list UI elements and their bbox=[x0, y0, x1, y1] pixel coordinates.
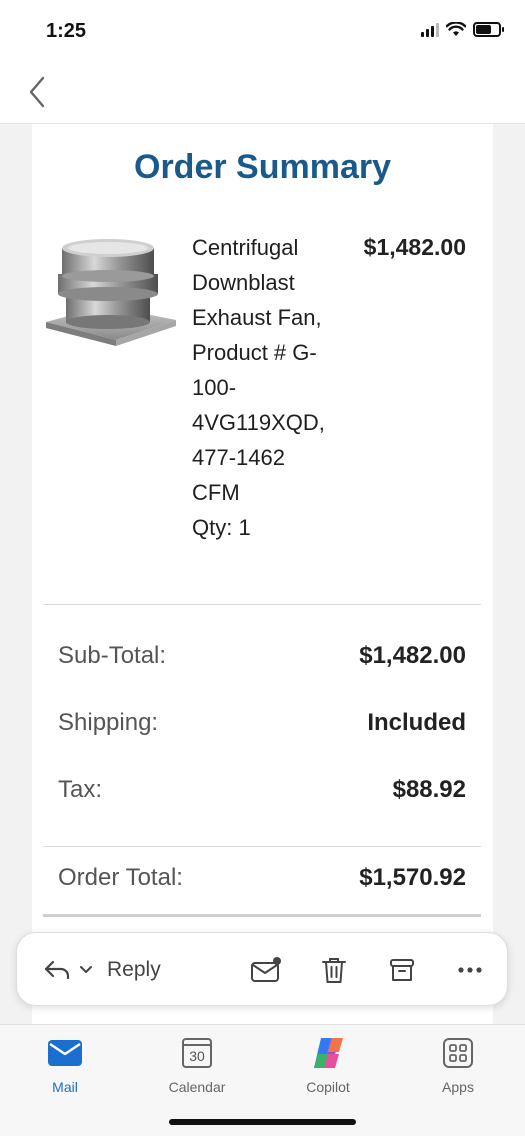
email-body[interactable]: Order Summary Centrifugal Downblast Exha… bbox=[0, 124, 525, 1024]
more-horizontal-icon bbox=[458, 967, 482, 973]
tab-label: Apps bbox=[442, 1079, 474, 1095]
product-desc-line: CFM bbox=[192, 480, 240, 505]
reply-label: Reply bbox=[107, 958, 161, 981]
tax-value: $88.92 bbox=[392, 776, 466, 803]
order-total-row: Order Total: $1,570.92 bbox=[58, 864, 466, 892]
more-options-button[interactable] bbox=[453, 953, 487, 987]
tab-mail[interactable]: Mail bbox=[20, 1035, 110, 1095]
reply-arrow-icon bbox=[44, 960, 70, 980]
tab-calendar[interactable]: 30 Calendar bbox=[152, 1035, 242, 1095]
tab-label: Calendar bbox=[168, 1079, 226, 1095]
subtotal-value: $1,482.00 bbox=[359, 642, 466, 669]
order-summary-title: Order Summary bbox=[134, 148, 391, 186]
copilot-icon bbox=[314, 1038, 343, 1068]
chevron-left-icon bbox=[29, 76, 45, 108]
tab-label: Copilot bbox=[306, 1079, 350, 1095]
back-button[interactable] bbox=[22, 74, 52, 110]
tab-copilot[interactable]: Copilot bbox=[283, 1035, 373, 1095]
divider bbox=[43, 604, 481, 605]
chevron-down-icon[interactable] bbox=[79, 965, 93, 975]
archive-button[interactable] bbox=[385, 953, 419, 987]
product-description: Centrifugal Downblast Exhaust Fan, Produ… bbox=[192, 230, 347, 545]
trash-icon bbox=[322, 958, 346, 983]
apps-icon bbox=[443, 1038, 473, 1068]
home-indicator bbox=[169, 1119, 356, 1125]
reply-button[interactable]: Reply bbox=[43, 933, 161, 1007]
product-price: $1,482.00 bbox=[363, 234, 466, 260]
calendar-day: 30 bbox=[189, 1048, 205, 1064]
divider bbox=[43, 914, 481, 917]
product-quantity: Qty: 1 bbox=[192, 515, 251, 540]
exhaust-fan-image bbox=[46, 239, 176, 346]
battery-icon bbox=[473, 22, 504, 37]
subtotal-label: Sub-Total: bbox=[58, 642, 167, 669]
shipping-value: Included bbox=[367, 709, 466, 736]
message-action-bar: Reply bbox=[16, 932, 508, 1006]
nav-bar bbox=[0, 62, 525, 124]
cellular-signal-icon bbox=[421, 22, 439, 37]
order-total-label: Order Total: bbox=[58, 864, 183, 891]
product-desc-line: Downblast bbox=[192, 270, 295, 295]
archive-icon bbox=[390, 959, 414, 981]
mail-unread-icon bbox=[251, 957, 281, 982]
tax-row: Tax: $88.92 bbox=[58, 776, 466, 804]
subtotal-row: Sub-Total: $1,482.00 bbox=[58, 642, 466, 670]
mark-unread-button[interactable] bbox=[249, 953, 283, 987]
status-bar: 1:25 bbox=[0, 0, 525, 62]
order-total-value: $1,570.92 bbox=[359, 864, 466, 891]
wifi-icon bbox=[446, 22, 466, 36]
product-desc-line: Exhaust Fan, bbox=[192, 305, 322, 330]
tax-label: Tax: bbox=[58, 776, 103, 803]
status-icons bbox=[421, 22, 504, 37]
status-time: 1:25 bbox=[46, 20, 87, 42]
mail-icon bbox=[48, 1040, 82, 1066]
product-desc-line: 477-1462 bbox=[192, 445, 285, 470]
tab-label: Mail bbox=[52, 1079, 78, 1095]
order-summary-card: Order Summary Centrifugal Downblast Exha… bbox=[32, 124, 493, 1024]
product-desc-line: Centrifugal bbox=[192, 235, 299, 260]
shipping-label: Shipping: bbox=[58, 709, 159, 736]
product-desc-line: Product # G- bbox=[192, 340, 317, 365]
delete-button[interactable] bbox=[317, 953, 351, 987]
product-desc-line: 100- bbox=[192, 375, 237, 400]
tab-apps[interactable]: Apps bbox=[413, 1035, 503, 1095]
product-desc-line: 4VG119XQD, bbox=[192, 410, 325, 435]
shipping-row: Shipping: Included bbox=[58, 709, 466, 737]
divider bbox=[43, 846, 481, 847]
